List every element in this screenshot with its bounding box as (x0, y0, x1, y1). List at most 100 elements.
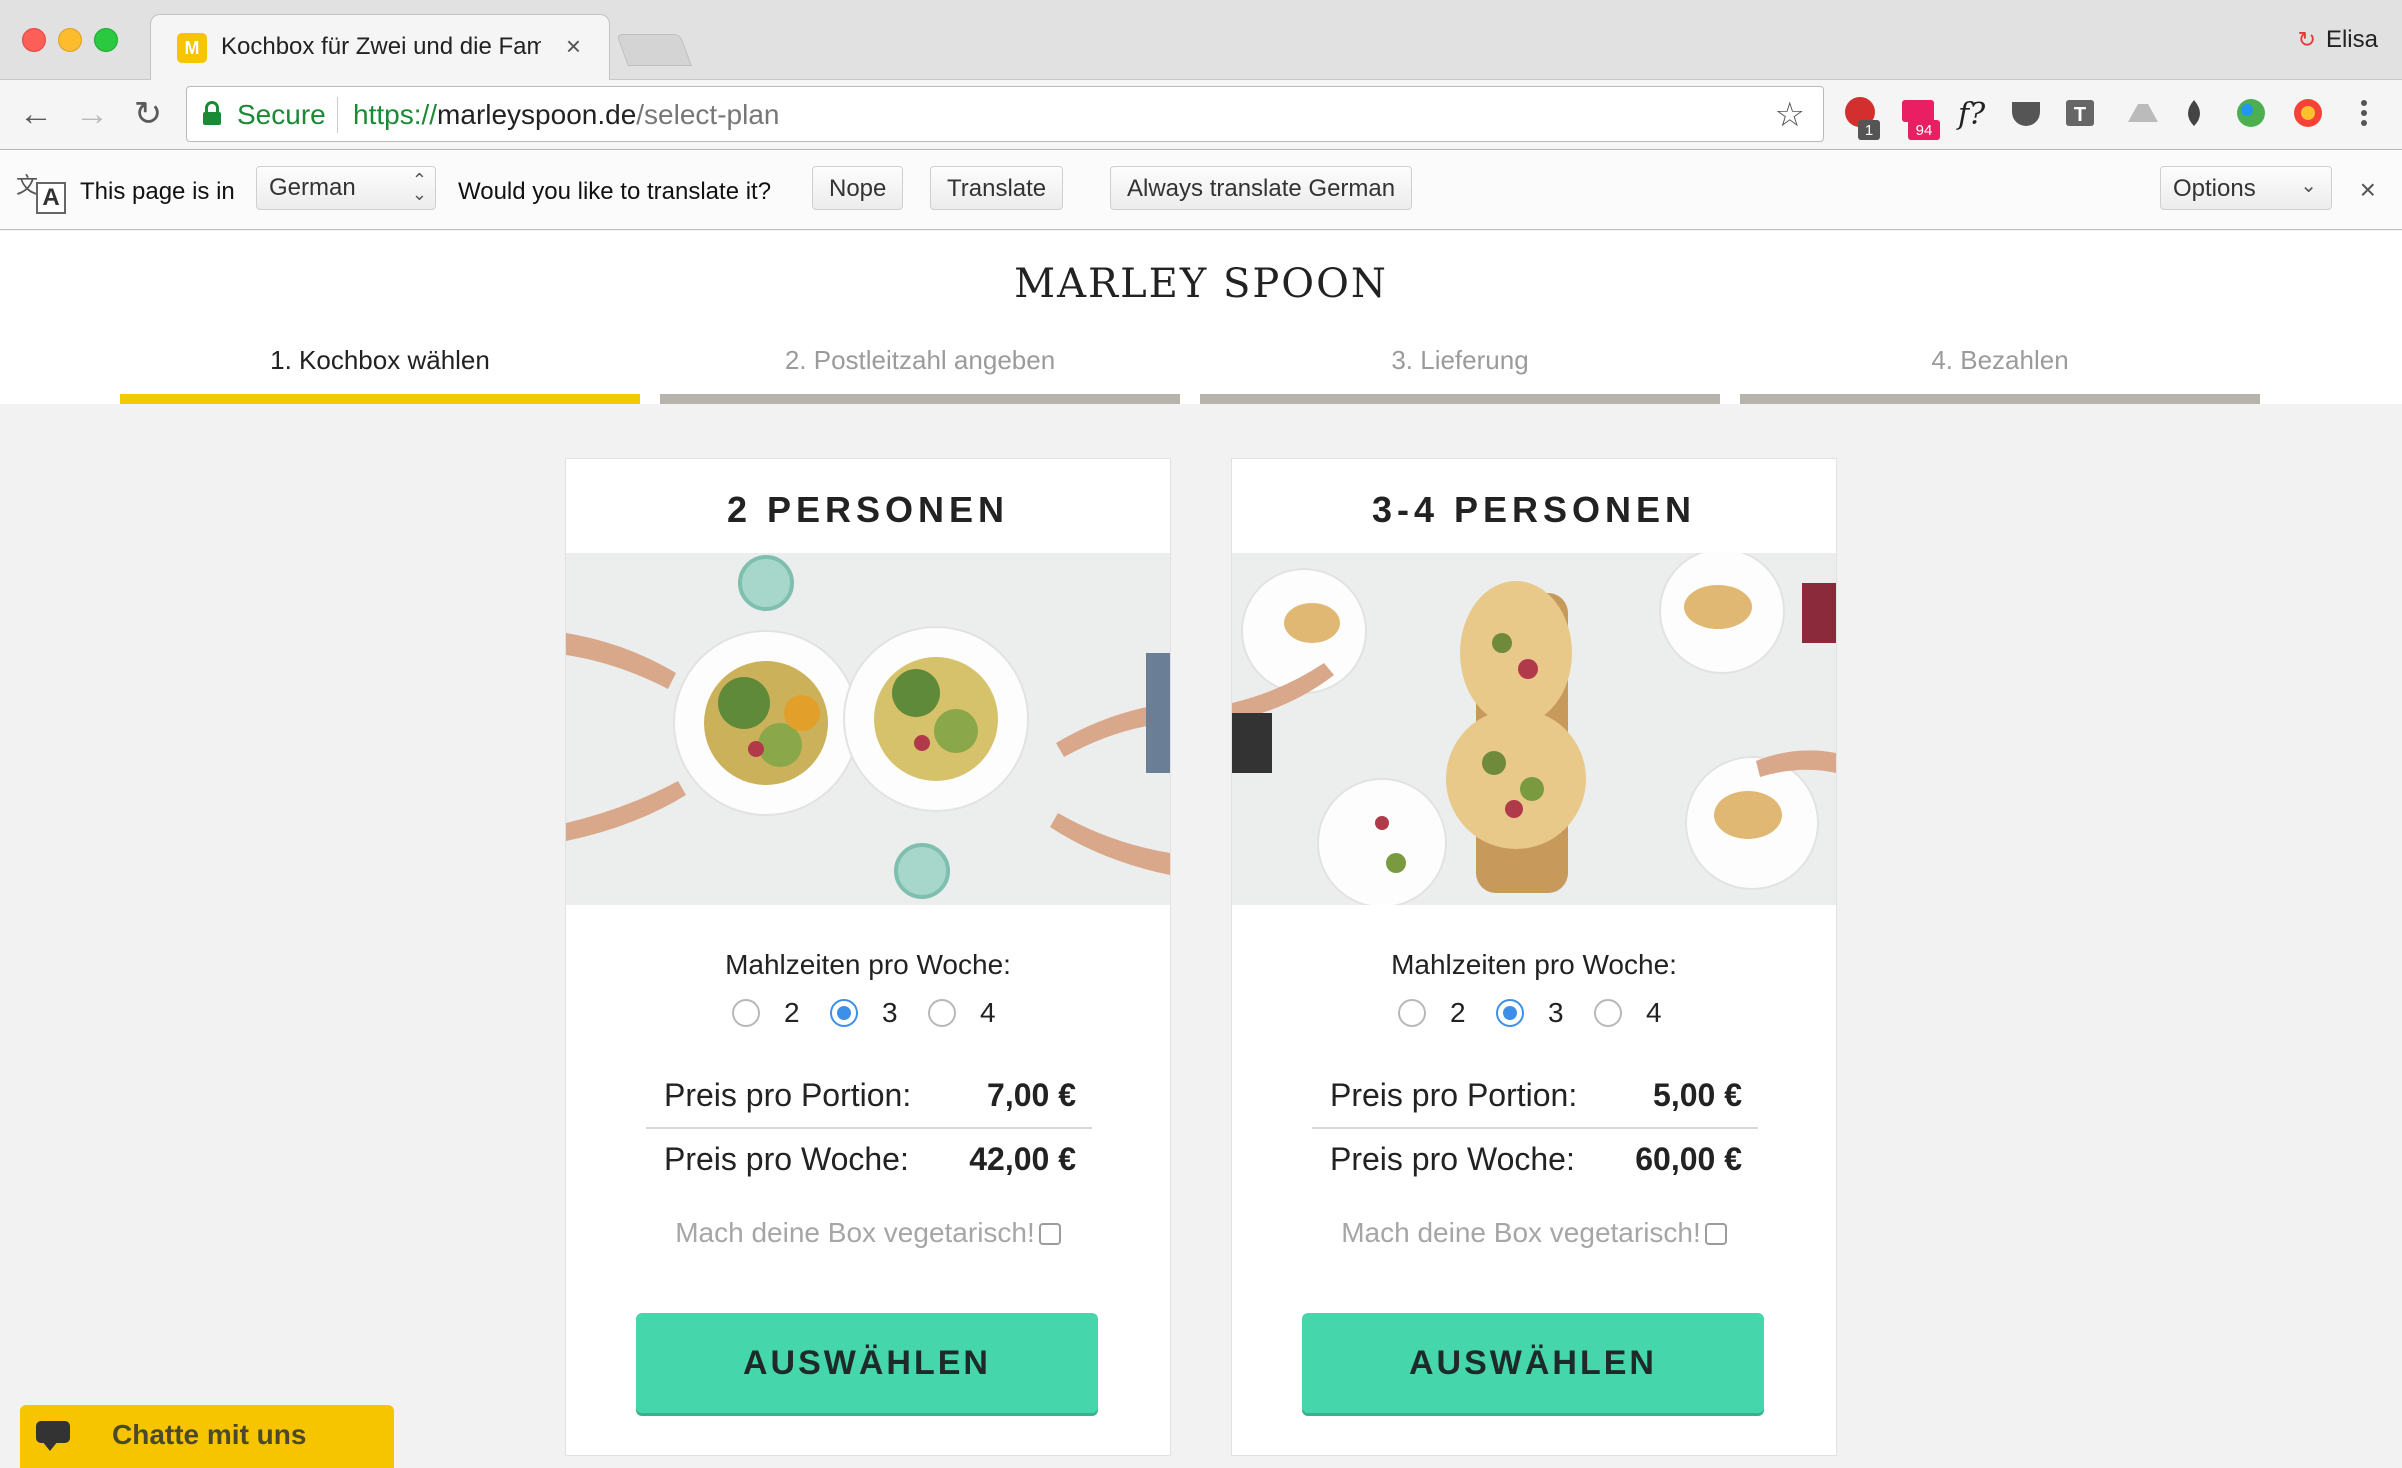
meals-option-label: 3 (882, 997, 898, 1028)
meals-option-label: 4 (1646, 997, 1662, 1028)
price-per-week-label: Preis pro Woche: (664, 1141, 909, 1177)
tab-title: Kochbox für Zwei und die Fami (221, 33, 541, 60)
meals-radio-2[interactable] (732, 999, 760, 1027)
chat-bubble-icon (36, 1421, 72, 1451)
plan-photo-2-persons (566, 553, 1170, 905)
drive-extension-icon[interactable] (2128, 104, 2158, 122)
meals-option-label: 4 (980, 997, 996, 1028)
address-bar[interactable]: Secure https://marleyspoon.de/select-pla… (186, 86, 1824, 142)
language-select-value: German (269, 174, 356, 201)
price-per-portion-label: Preis pro Portion: (1330, 1077, 1578, 1113)
options-label: Options (2173, 175, 2256, 202)
meals-radio-4[interactable] (1594, 999, 1622, 1027)
profile-button[interactable]: ↻ Elisa (2298, 26, 2378, 54)
font-finder-extension-icon[interactable]: f? (1956, 97, 1986, 132)
always-translate-button[interactable]: Always translate German (1110, 166, 1413, 210)
translate-infobar: 文A This page is in German ⌃ ⌄ Would you l… (0, 150, 2402, 230)
meals-radio-group: 2 3 4 (566, 997, 1170, 1037)
price-divider (1312, 1127, 1758, 1129)
drop-extension-icon[interactable] (2188, 100, 2200, 126)
select-plan-button[interactable]: AUSWÄHLEN (1302, 1313, 1764, 1413)
tab-close-icon[interactable]: × (566, 31, 581, 62)
url-host: marleyspoon.de (437, 99, 637, 130)
step-progress-bar-1 (120, 394, 640, 404)
language-select[interactable]: German ⌃ ⌄ (256, 166, 436, 210)
back-arrow-icon[interactable]: ← (16, 94, 56, 134)
page-language-label: This page is in (80, 178, 235, 205)
price-per-portion-value: 5,00 € (1653, 1077, 1742, 1113)
select-updown-icon: ⌃ ⌄ (411, 170, 427, 204)
pocket-extension-icon[interactable] (2012, 102, 2040, 126)
vegetarian-label: Mach deine Box vegetarisch! (1341, 1217, 1701, 1248)
step-payment: 4. Bezahlen (1931, 345, 2069, 375)
meals-per-week-label: Mahlzeiten pro Woche: (1391, 949, 1677, 980)
vegetarian-option[interactable]: Mach deine Box vegetarisch! (566, 1217, 1170, 1249)
chrome-detail (2301, 106, 2315, 120)
vegetarian-checkbox[interactable] (1038, 1223, 1061, 1245)
lock-icon (203, 101, 221, 125)
sync-error-icon: ↻ (2297, 27, 2316, 52)
meals-radio-2[interactable] (1398, 999, 1426, 1027)
price-divider (646, 1127, 1092, 1129)
browser-tab[interactable]: M Kochbox für Zwei und die Fami × (150, 14, 610, 80)
step-progress-bar-3 (1200, 394, 1720, 404)
forward-arrow-icon[interactable]: → (72, 94, 112, 134)
nope-button[interactable]: Nope (812, 166, 904, 210)
meals-radio-4[interactable] (928, 999, 956, 1027)
price-per-week-value: 60,00 € (1635, 1141, 1742, 1177)
meals-option-label: 2 (784, 997, 800, 1028)
price-per-portion-row: Preis pro Portion: 5,00 € (1330, 1069, 1742, 1119)
vegetarian-option[interactable]: Mach deine Box vegetarisch! (1232, 1217, 1836, 1249)
url-text[interactable]: https://marleyspoon.de/select-plan (353, 99, 779, 131)
marley-spoon-favicon-icon: M (177, 33, 207, 63)
meals-radio-3[interactable] (1496, 999, 1524, 1027)
meals-per-week-label: Mahlzeiten pro Woche: (725, 949, 1011, 980)
extension-icons: 1 94 f? T (1845, 97, 2367, 140)
meals-option-label: 2 (1450, 997, 1466, 1028)
reload-icon[interactable]: ↻ (128, 94, 168, 134)
url-scheme: https:// (353, 99, 438, 130)
chat-widget[interactable]: Chatte mit uns (20, 1405, 394, 1468)
step-progress-bar-2 (660, 394, 1180, 404)
meals-radio-group: 2 3 4 (1232, 997, 1836, 1037)
chevron-down-icon: ⌄ (2300, 175, 2317, 197)
close-window-button[interactable] (22, 28, 46, 52)
site-header: MARLEY SPOON 1. Kochbox wählen 2. Postle… (0, 231, 2402, 404)
extension-badge-94: 94 (1916, 122, 1933, 139)
mail-extension-icon[interactable]: 94 (1902, 100, 1940, 140)
family-pizza-illustration (1232, 553, 1836, 905)
meals-radio-3[interactable] (830, 999, 858, 1027)
vegetarian-checkbox[interactable] (1704, 1223, 1727, 1245)
price-per-week-row: Preis pro Woche: 42,00 € (664, 1133, 1076, 1183)
translate-question: Would you like to translate it? (458, 178, 772, 205)
translate-icon: 文A (16, 168, 68, 216)
price-per-portion-row: Preis pro Portion: 7,00 € (664, 1069, 1076, 1119)
lastpass-extension-icon[interactable]: 1 (1845, 97, 1880, 140)
step-delivery: 3. Lieferung (1391, 345, 1529, 375)
translate-button[interactable]: Translate (930, 166, 1064, 210)
address-separator (337, 97, 338, 133)
marley-spoon-logo[interactable]: MARLEY SPOON (0, 261, 2402, 307)
chat-label: Chatte mit uns (112, 1419, 307, 1450)
secure-label: Secure (237, 99, 326, 130)
extension-badge-1: 1 (1865, 122, 1873, 139)
url-path: /select-plan (636, 99, 780, 130)
price-per-portion-value: 7,00 € (987, 1077, 1076, 1113)
vegetarian-label: Mach deine Box vegetarisch! (675, 1217, 1035, 1248)
bookmark-star-icon[interactable]: ☆ (1775, 95, 1805, 135)
price-per-portion-label: Preis pro Portion: (664, 1077, 912, 1113)
plan-title: 3-4 PERSONEN (1371, 489, 1697, 530)
two-plates-illustration (566, 553, 1170, 905)
profile-name: Elisa (2325, 26, 2378, 53)
new-tab-button[interactable] (616, 34, 692, 66)
select-plan-button[interactable]: AUSWÄHLEN (636, 1313, 1098, 1413)
maximize-window-button[interactable] (94, 28, 118, 52)
text-extension-glyph: T (2074, 104, 2086, 126)
price-per-week-value: 42,00 € (969, 1141, 1076, 1177)
minimize-window-button[interactable] (58, 28, 82, 52)
plan-title: 2 PERSONEN (726, 489, 1010, 530)
step-choose-box[interactable]: 1. Kochbox wählen (120, 345, 640, 376)
translate-options-select[interactable]: Options ⌄ (2160, 166, 2332, 210)
browser-menu-icon[interactable] (2361, 100, 2367, 126)
close-infobar-icon[interactable]: × (2360, 174, 2376, 206)
